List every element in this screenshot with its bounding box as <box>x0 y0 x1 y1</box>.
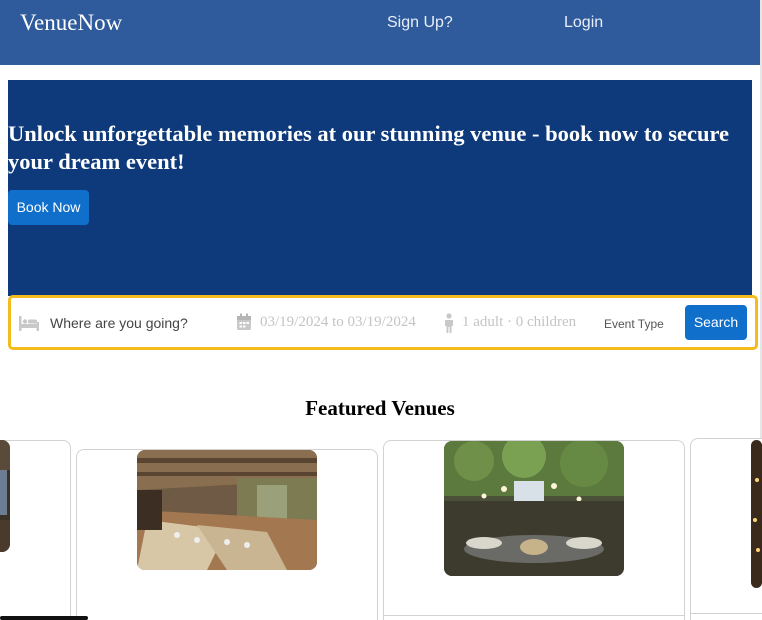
venue-card-divider <box>383 615 685 620</box>
hero-banner: Unlock unforgettable memories at our stu… <box>8 80 752 296</box>
calendar-icon <box>237 313 251 330</box>
search-bar: 03/19/2024 to 03/19/2024 1 adult · 0 chi… <box>8 295 758 350</box>
venue-card-divider <box>690 613 762 620</box>
event-type-select[interactable]: Event Type <box>604 317 664 331</box>
venue-image[interactable] <box>444 441 624 576</box>
navbar: VenueNow Sign Up? Login <box>0 0 760 65</box>
venue-card[interactable] <box>0 440 71 620</box>
date-range-picker[interactable]: 03/19/2024 to 03/19/2024 <box>260 314 416 331</box>
search-button[interactable]: Search <box>685 305 747 340</box>
book-now-button[interactable]: Book Now <box>8 190 89 225</box>
brand-logo[interactable]: VenueNow <box>20 10 122 36</box>
signup-link[interactable]: Sign Up? <box>387 14 453 32</box>
venue-image[interactable] <box>751 440 762 588</box>
venue-image[interactable] <box>137 450 317 570</box>
featured-venues-heading: Featured Venues <box>305 396 455 420</box>
hero-headline: Unlock unforgettable memories at our stu… <box>8 121 730 174</box>
taskbar-fragment <box>0 616 88 620</box>
person-icon <box>445 313 453 333</box>
destination-input[interactable] <box>50 308 220 338</box>
login-link[interactable]: Login <box>564 14 603 32</box>
bed-icon <box>19 316 39 331</box>
venue-image[interactable] <box>0 440 10 552</box>
guests-selector[interactable]: 1 adult · 0 children <box>462 314 576 331</box>
